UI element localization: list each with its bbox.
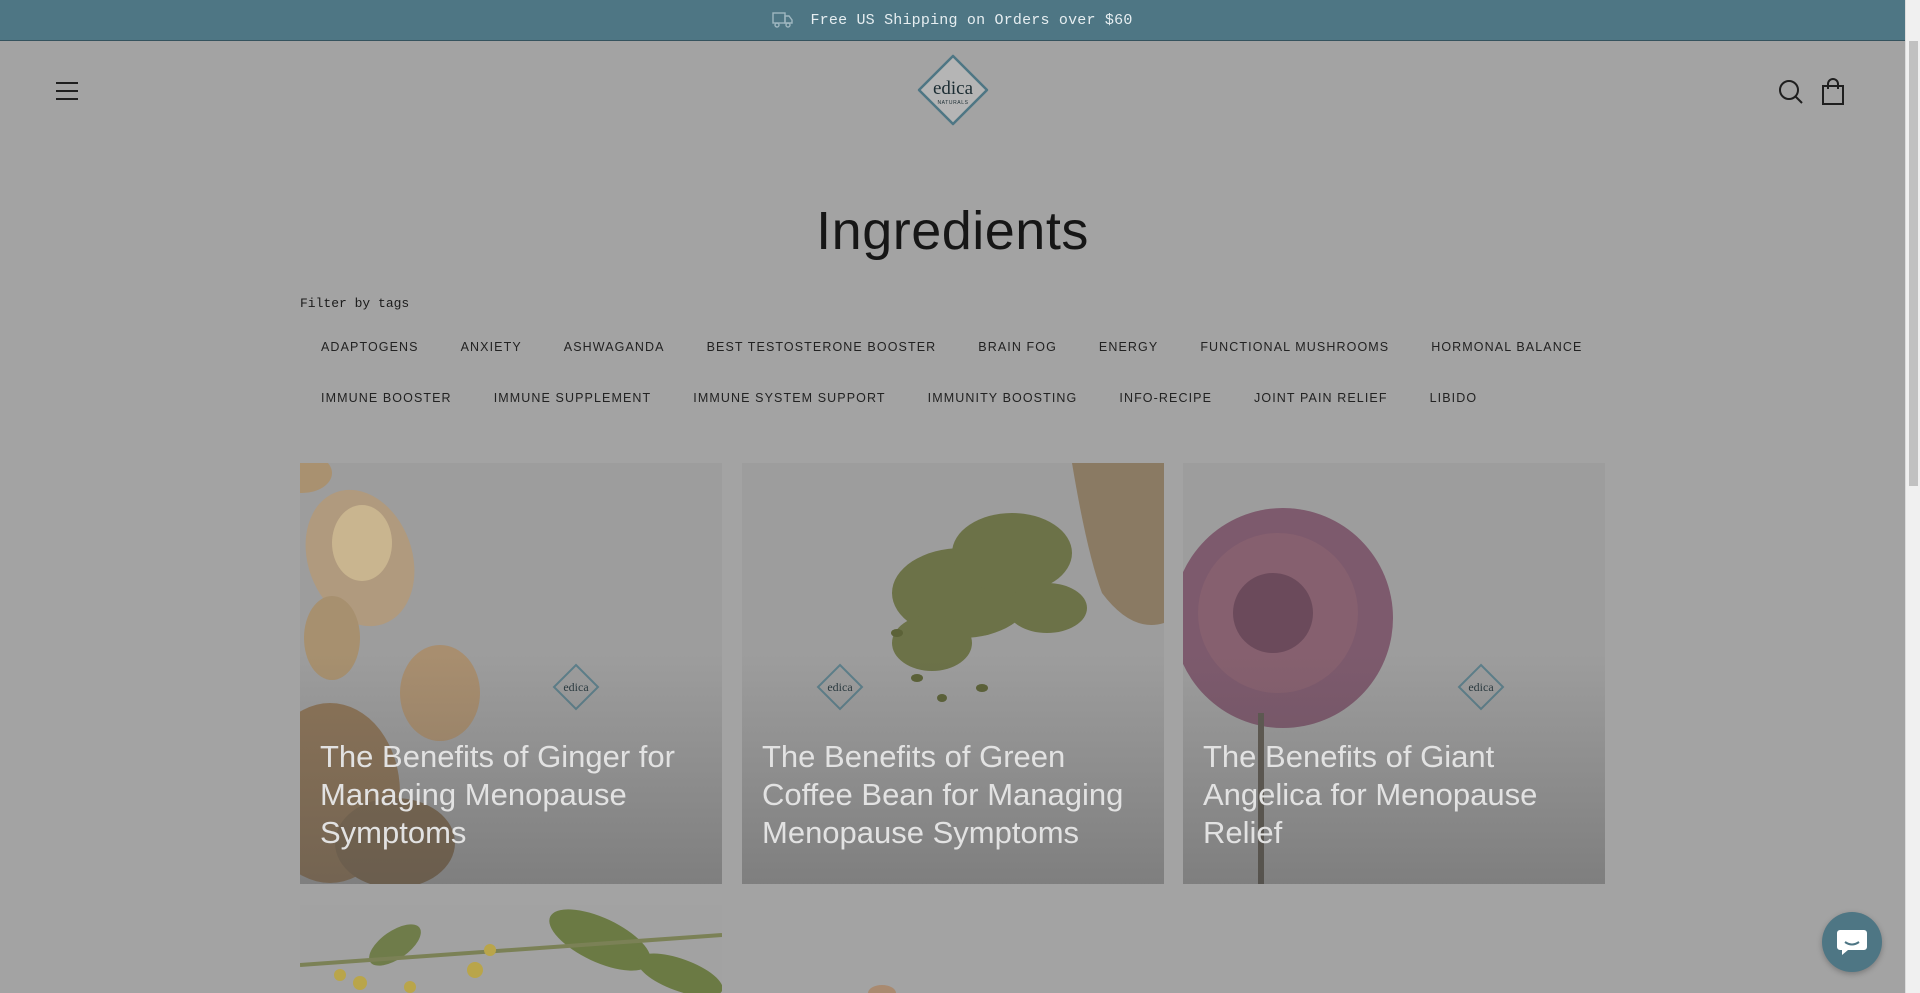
brand-logo[interactable]: edica NATURALS bbox=[917, 54, 989, 126]
article-title[interactable]: The Benefits of Green Coffee Bean for Ma… bbox=[762, 738, 1144, 852]
site-header: edica NATURALS bbox=[0, 42, 1905, 142]
tag-joint-pain-relief[interactable]: JOINT PAIN RELIEF bbox=[1233, 387, 1409, 409]
page-scrollbar[interactable] bbox=[1905, 0, 1920, 993]
article-card-ginger[interactable]: edica The Benefits of Ginger for Managin… bbox=[300, 463, 722, 884]
tag-immune-supplement[interactable]: IMMUNE SUPPLEMENT bbox=[473, 387, 673, 409]
tag-hormonal-balance[interactable]: HORMONAL BALANCE bbox=[1410, 336, 1603, 358]
tag-brain-fog[interactable]: BRAIN FOG bbox=[957, 336, 1078, 358]
tag-energy[interactable]: ENERGY bbox=[1078, 336, 1179, 358]
article-title[interactable]: The Benefits of Giant Angelica for Menop… bbox=[1203, 738, 1585, 852]
announcement-bar: Free US Shipping on Orders over $60 bbox=[0, 0, 1905, 41]
tag-ashwaganda[interactable]: ASHWAGANDA bbox=[543, 336, 686, 358]
tag-immune-system-support[interactable]: IMMUNE SYSTEM SUPPORT bbox=[672, 387, 906, 409]
yellow-flowers-image bbox=[300, 905, 722, 993]
tag-list-row-1: ADAPTOGENS ANXIETY ASHWAGANDA BEST TESTO… bbox=[300, 336, 1603, 358]
article-image bbox=[742, 905, 1164, 993]
tag-immune-booster[interactable]: IMMUNE BOOSTER bbox=[300, 387, 473, 409]
tag-adaptogens[interactable]: ADAPTOGENS bbox=[300, 336, 440, 358]
article-card-giant-angelica[interactable]: edica The Benefits of Giant Angelica for… bbox=[1183, 463, 1605, 884]
tag-best-testosterone-booster[interactable]: BEST TESTOSTERONE BOOSTER bbox=[686, 336, 958, 358]
search-icon[interactable] bbox=[1778, 79, 1804, 105]
article-card-green-coffee[interactable]: edica The Benefits of Green Coffee Bean … bbox=[742, 463, 1164, 884]
article-card-4[interactable] bbox=[300, 905, 722, 993]
filter-label: Filter by tags bbox=[300, 296, 410, 311]
truck-icon bbox=[772, 12, 794, 28]
hamburger-menu-icon[interactable] bbox=[56, 82, 82, 102]
logo-subtext: NATURALS bbox=[937, 100, 968, 106]
page-title: Ingredients bbox=[816, 201, 1089, 261]
tag-libido[interactable]: LIBIDO bbox=[1409, 387, 1499, 409]
chat-icon[interactable] bbox=[1822, 912, 1882, 972]
tag-info-recipe[interactable]: INFO-RECIPE bbox=[1098, 387, 1233, 409]
shopping-bag-icon[interactable] bbox=[1820, 78, 1846, 106]
announcement-text: Free US Shipping on Orders over $60 bbox=[810, 11, 1133, 29]
tag-functional-mushrooms[interactable]: FUNCTIONAL MUSHROOMS bbox=[1179, 336, 1410, 358]
article-card-5[interactable] bbox=[742, 905, 1164, 993]
tag-list-row-2: IMMUNE BOOSTER IMMUNE SUPPLEMENT IMMUNE … bbox=[300, 387, 1498, 409]
article-title[interactable]: The Benefits of Ginger for Managing Meno… bbox=[320, 738, 702, 852]
logo-text: edica bbox=[933, 78, 974, 99]
tag-anxiety[interactable]: ANXIETY bbox=[440, 336, 543, 358]
scrollbar-thumb[interactable] bbox=[1909, 41, 1918, 486]
tag-immunity-boosting[interactable]: IMMUNITY BOOSTING bbox=[907, 387, 1099, 409]
chat-bubble-icon bbox=[1837, 930, 1867, 955]
